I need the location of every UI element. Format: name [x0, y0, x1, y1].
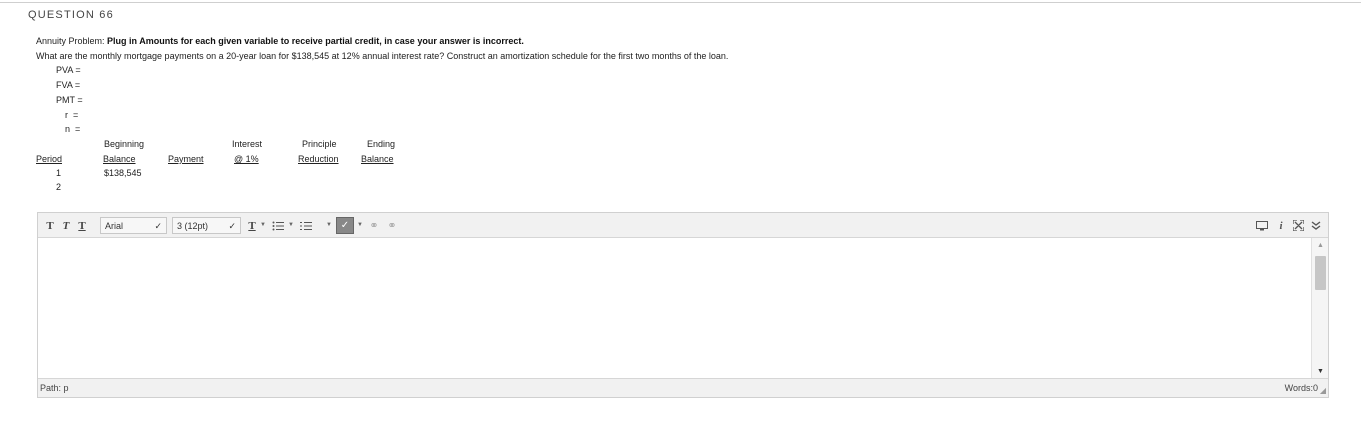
spellcheck-icon[interactable]: ✓: [336, 217, 354, 234]
header-beginning-top: Beginning: [104, 139, 145, 149]
fullscreen-icon[interactable]: [1290, 218, 1306, 233]
underline-t-icon[interactable]: T: [76, 218, 88, 233]
preview-icon[interactable]: [1254, 218, 1270, 233]
chevron-down-icon: ✓: [154, 221, 162, 231]
path-label: Path: p: [40, 383, 69, 393]
bullet-list-icon[interactable]: [270, 218, 286, 233]
text-color-icon[interactable]: T: [246, 218, 258, 233]
header-beginning-bottom: Balance: [103, 154, 136, 164]
info-icon[interactable]: i: [1273, 218, 1289, 233]
header-principle-top: Principle: [302, 139, 337, 149]
scrollbar-thumb[interactable]: [1315, 256, 1326, 290]
table-row-period: 1: [56, 168, 62, 178]
header-period: Period: [36, 154, 63, 164]
bold-t-icon[interactable]: T: [44, 218, 56, 233]
top-divider: [0, 2, 1361, 3]
chevron-down-icon[interactable]: ▼: [260, 222, 266, 228]
numbered-list-icon[interactable]: [298, 218, 314, 233]
header-ending-bottom: Balance: [361, 154, 394, 164]
italic-t-icon[interactable]: T: [60, 218, 72, 233]
variable-pva: PVA =: [56, 65, 81, 75]
collapse-icon[interactable]: [1308, 218, 1324, 233]
instruction-prefix: Annuity Problem:: [36, 36, 108, 46]
header-interest-top: Interest: [232, 139, 263, 149]
chevron-down-icon: ✓: [228, 221, 236, 231]
chevron-down-icon[interactable]: ▼: [288, 222, 294, 228]
scroll-up-icon[interactable]: ▲: [1317, 242, 1324, 249]
header-interest-bottom: @ 1%: [234, 154, 259, 164]
header-payment: Payment: [168, 154, 204, 164]
editor-toolbar: T T T Arial ✓ 3 (12pt) ✓ T ▼ ▼ ▼ ✓ ▼ ⚭ ⚭…: [38, 213, 1328, 238]
table-row-period: 2: [56, 182, 62, 192]
question-title: QUESTION 66: [28, 9, 114, 21]
editor-scrollbar[interactable]: ▲ ▼: [1311, 238, 1328, 379]
chevron-down-icon[interactable]: ▼: [357, 222, 363, 228]
link-icon[interactable]: ⚭: [366, 218, 382, 233]
variable-pmt: PMT =: [56, 95, 83, 105]
question-instruction: Annuity Problem: Plug in Amounts for eac…: [36, 36, 524, 46]
font-size-select[interactable]: 3 (12pt) ✓: [172, 217, 241, 234]
word-count: Words:0: [1284, 383, 1318, 393]
font-family-value: Arial: [105, 220, 124, 231]
variable-fva: FVA =: [56, 80, 81, 90]
editor-statusbar: Path: p Words:0 ◢: [38, 378, 1328, 397]
header-ending-top: Ending: [367, 139, 396, 149]
rich-text-editor: T T T Arial ✓ 3 (12pt) ✓ T ▼ ▼ ▼ ✓ ▼ ⚭ ⚭…: [37, 212, 1329, 398]
table-row-beginning-balance: $138,545: [104, 168, 142, 178]
font-size-value: 3 (12pt): [177, 220, 209, 231]
question-text: What are the monthly mortgage payments o…: [36, 51, 729, 61]
instruction-bold: Plug in Amounts for each given variable …: [107, 36, 524, 46]
variable-n: n =: [65, 124, 81, 134]
chevron-down-icon[interactable]: ▼: [326, 222, 332, 228]
font-family-select[interactable]: Arial ✓: [100, 217, 167, 234]
header-principle-bottom: Reduction: [298, 154, 339, 164]
scroll-down-icon[interactable]: ▼: [1317, 368, 1324, 375]
unlink-icon[interactable]: ⚭: [384, 218, 400, 233]
editor-content-area[interactable]: [38, 238, 1311, 379]
resize-grip-icon[interactable]: ◢: [1320, 386, 1326, 395]
variable-r: r =: [65, 110, 79, 120]
